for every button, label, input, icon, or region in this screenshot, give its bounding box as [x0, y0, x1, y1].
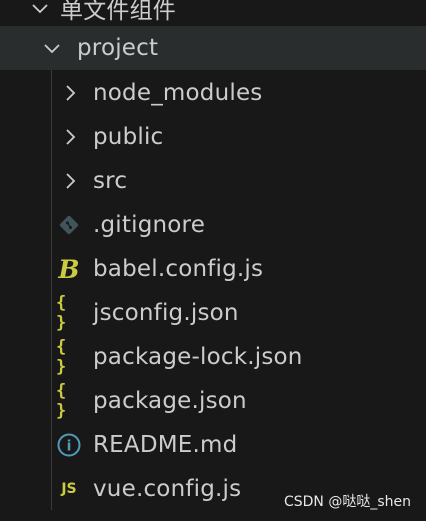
- tree-item-label: README.md: [93, 432, 238, 458]
- tree-item-label: src: [93, 168, 128, 194]
- tree-item-babel-config[interactable]: B babel.config.js: [0, 247, 426, 291]
- javascript-icon: JS: [56, 476, 82, 502]
- tree-item-label: node_modules: [93, 80, 263, 106]
- js-glyph: JS: [61, 481, 77, 497]
- tree-item-label: babel.config.js: [93, 256, 264, 282]
- tree-item-package-json[interactable]: { } package.json: [0, 379, 426, 423]
- tree-item-label: vue.config.js: [93, 476, 242, 502]
- json-icon: { }: [56, 337, 82, 377]
- tree-item-public[interactable]: public: [0, 115, 426, 159]
- json-glyph: { }: [56, 337, 66, 377]
- tree-item-label: .gitignore: [93, 212, 206, 238]
- json-glyph: { }: [56, 381, 66, 421]
- watermark: CSDN @哒哒_shen: [283, 494, 411, 510]
- chevron-down-icon: [32, 4, 48, 14]
- tree-item-partial: [40, 515, 240, 521]
- tree-item-label: package-lock.json: [93, 344, 303, 370]
- info-icon: i: [56, 432, 82, 458]
- tree-item-label: jsconfig.json: [93, 300, 239, 326]
- tree-item-gitignore[interactable]: .gitignore: [0, 203, 426, 247]
- tree-item-node-modules[interactable]: node_modules: [0, 71, 426, 115]
- chevron-right-icon: [66, 129, 76, 145]
- tree-item-label: public: [93, 124, 164, 150]
- tree-item-project-folder[interactable]: project: [0, 26, 426, 70]
- json-icon: { }: [56, 381, 82, 421]
- chevron-down-icon: [44, 44, 60, 54]
- git-icon: [56, 212, 82, 238]
- chevron-right-icon: [66, 85, 76, 101]
- tree-item-src[interactable]: src: [0, 159, 426, 203]
- tree-item-label: 单文件组件: [60, 0, 176, 24]
- babel-icon: B: [56, 254, 82, 284]
- tree-item-package-lock[interactable]: { } package-lock.json: [0, 335, 426, 379]
- babel-glyph: B: [58, 254, 80, 284]
- tree-item-jsconfig[interactable]: { } jsconfig.json: [0, 291, 426, 335]
- json-glyph: { }: [56, 293, 66, 333]
- tree-item-readme[interactable]: i README.md: [0, 423, 426, 467]
- json-icon: { }: [56, 293, 82, 333]
- tree-item-label: project: [77, 35, 159, 61]
- file-explorer: 单文件组件 project node_modules public src .g…: [0, 0, 426, 521]
- info-glyph: i: [67, 439, 72, 455]
- tree-item-label: package.json: [93, 388, 247, 414]
- chevron-right-icon: [66, 173, 76, 189]
